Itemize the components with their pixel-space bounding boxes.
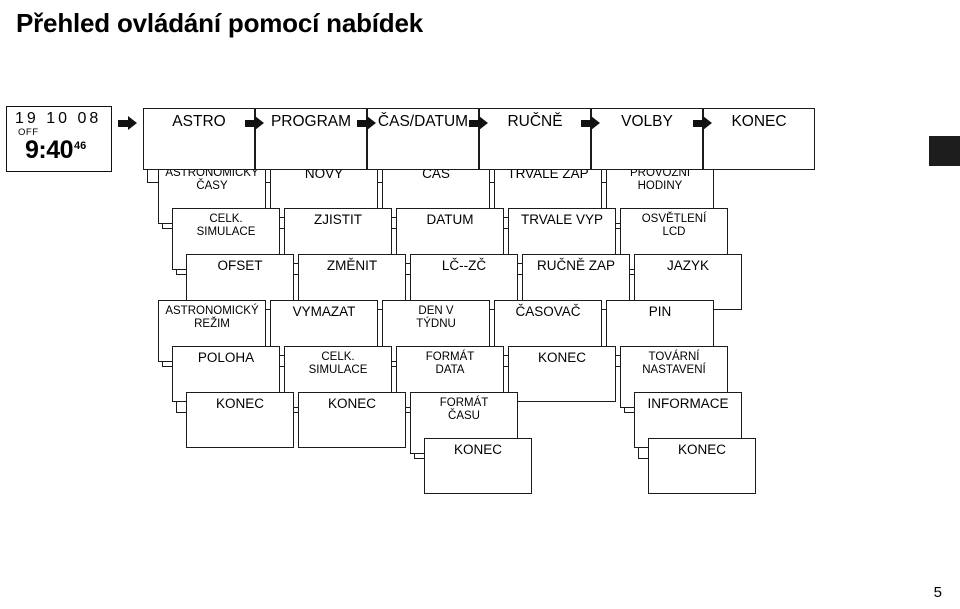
connector-horizontal: [176, 274, 186, 276]
menu-item-astro-5[interactable]: KONEC: [186, 392, 294, 448]
menu-box-label: ČAS/DATUM: [377, 113, 469, 130]
menu-item-cas-datum-6[interactable]: KONEC: [424, 438, 532, 494]
menu-item-volby-6[interactable]: KONEC: [648, 438, 756, 494]
connector-horizontal: [162, 366, 172, 368]
connector-horizontal: [147, 182, 158, 184]
arrow-head: [127, 116, 137, 130]
menu-box-astro[interactable]: ASTRO: [143, 108, 255, 170]
menu-item-label: TRVALE VYP: [520, 212, 604, 227]
connector-horizontal: [176, 412, 186, 414]
clock-date: 19 10 08: [15, 110, 102, 127]
menu-item-label: KONEC: [537, 350, 586, 365]
arrow-head: [703, 116, 712, 130]
connector-horizontal: [162, 228, 172, 230]
menu-item-label: OFSET: [217, 258, 263, 273]
menu-item-label: ZJISTIT: [314, 212, 362, 227]
connector-horizontal: [638, 458, 648, 460]
menu-item-label: KONEC: [215, 396, 264, 411]
menu-box-konec[interactable]: KONEC: [703, 108, 815, 170]
arrow-right-icon: [469, 116, 489, 131]
menu-item-label: RUČNĚ ZAP: [536, 258, 615, 273]
menu-box-label: ASTRO: [172, 113, 226, 130]
menu-item-label: ASTRONOMICKÝ ČASY: [165, 167, 259, 192]
clock-time: 9:40: [25, 136, 74, 164]
menu-item-label: DEN V TÝDNU: [416, 305, 456, 330]
clock-time-group: 9:4046: [25, 136, 86, 165]
menu-item-label: CELK. SIMULACE: [308, 351, 368, 376]
menu-item-label: ASTRONOMICKÝ REŽIM: [165, 305, 259, 330]
menu-box-label: VOLBY: [621, 113, 673, 130]
page-title: Přehled ovládání pomocí nabídek: [16, 8, 424, 38]
menu-item-label: INFORMACE: [647, 396, 729, 411]
menu-item-label: PROVOZNÍ HODINY: [629, 167, 691, 192]
menu-item-label: FORMÁT ČASU: [439, 397, 489, 422]
arrow-head: [255, 116, 264, 130]
page-number: 5: [933, 584, 942, 601]
lcd-clock-box: 19 10 08 OFF 9:4046: [6, 106, 112, 172]
menu-item-label: POLOHA: [197, 350, 255, 365]
arrow-right-icon: [357, 116, 377, 131]
arrow-head: [591, 116, 600, 130]
menu-item-label: DATUM: [426, 212, 474, 227]
menu-item-label: PIN: [648, 304, 672, 319]
black-marker: [929, 136, 960, 166]
menu-item-label: KONEC: [453, 442, 502, 457]
menu-item-label: CELK. SIMULACE: [196, 213, 256, 238]
arrow-right-icon: [693, 116, 713, 131]
menu-item-rucne-4[interactable]: KONEC: [508, 346, 616, 402]
clock-seconds: 46: [74, 140, 87, 152]
arrow-right-icon: [117, 116, 138, 131]
menu-item-program-5[interactable]: KONEC: [298, 392, 406, 448]
menu-item-label: VYMAZAT: [292, 304, 356, 319]
menu-item-label: KONEC: [677, 442, 726, 457]
menu-item-label: LČ--ZČ: [441, 258, 487, 273]
menu-item-label: ZMĚNIT: [326, 258, 378, 273]
connector-horizontal: [414, 458, 424, 460]
menu-box-label: RUČNĚ: [507, 113, 563, 130]
menu-item-label: OSVĚTLENÍ LCD: [641, 213, 707, 238]
menu-box-rucne[interactable]: RUČNĚ: [479, 108, 591, 170]
menu-item-label: ČASOVAČ: [515, 304, 581, 319]
arrow-right-icon: [245, 116, 265, 131]
menu-box-label: KONEC: [731, 113, 787, 130]
arrow-head: [479, 116, 488, 130]
menu-box-volby[interactable]: VOLBY: [591, 108, 703, 170]
arrow-head: [367, 116, 376, 130]
connector-horizontal: [624, 412, 634, 414]
arrow-right-icon: [581, 116, 601, 131]
menu-item-label: FORMÁT DATA: [425, 351, 475, 376]
menu-item-label: TOVÁRNÍ NASTAVENÍ: [642, 351, 706, 376]
menu-box-cas-datum[interactable]: ČAS/DATUM: [367, 108, 479, 170]
menu-box-label: PROGRAM: [270, 113, 352, 130]
menu-overview-page: Přehled ovládání pomocí nabídek 19 10 08…: [0, 0, 960, 609]
menu-box-program[interactable]: PROGRAM: [255, 108, 367, 170]
menu-item-label: JAZYK: [666, 258, 709, 273]
menu-item-label: KONEC: [327, 396, 376, 411]
